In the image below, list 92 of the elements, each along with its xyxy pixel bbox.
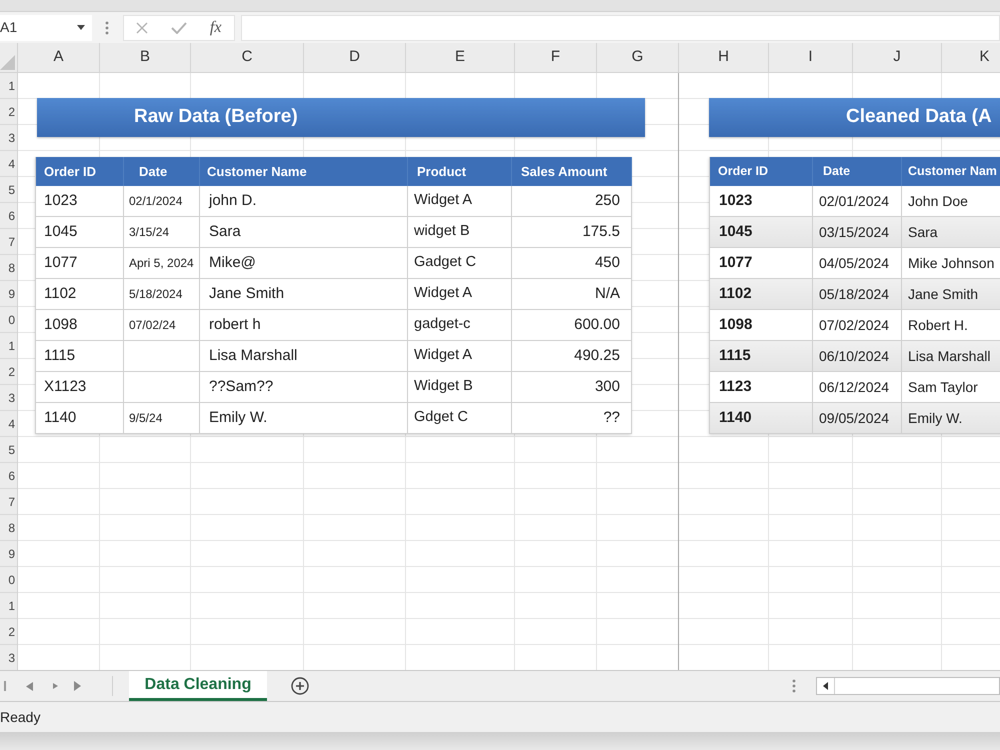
- table-cell: gadget-c: [408, 310, 512, 341]
- table-cell: Gadget C: [408, 248, 512, 279]
- table-cell: Lisa Marshall: [200, 341, 408, 372]
- table-cell: Jane Smith: [200, 279, 408, 310]
- table-cell: 9/5/24: [124, 403, 200, 434]
- column-header[interactable]: F: [515, 43, 597, 72]
- table-cell: ??: [512, 403, 632, 434]
- horizontal-scrollbar[interactable]: [816, 677, 1000, 695]
- column-heading: Customer Name: [200, 157, 408, 186]
- column-header[interactable]: J: [853, 43, 942, 72]
- vertical-dots-icon[interactable]: [792, 679, 796, 693]
- table-cell: Emily W.: [902, 403, 1000, 434]
- row-header[interactable]: 7: [0, 489, 17, 515]
- table-cell: 02/1/2024: [124, 186, 200, 217]
- row-header[interactable]: 8: [0, 515, 17, 541]
- table-cell: N/A: [512, 279, 632, 310]
- table-cell: john D.: [200, 186, 408, 217]
- title-banner: Cleaned Data (A: [709, 98, 1000, 137]
- table-cell: 450: [512, 248, 632, 279]
- status-text: Ready: [0, 708, 40, 727]
- table-cell: ??Sam??: [200, 372, 408, 403]
- row-header[interactable]: 9: [0, 281, 17, 307]
- column-header[interactable]: G: [597, 43, 679, 72]
- table-cell: 3/15/24: [124, 217, 200, 248]
- column-heading: Product: [408, 157, 512, 186]
- table-cell: widget B: [408, 217, 512, 248]
- table-cell: 1140: [36, 403, 124, 434]
- row-header[interactable]: 3: [0, 125, 17, 151]
- row-header[interactable]: 4: [0, 151, 17, 177]
- table-cell: 250: [512, 186, 632, 217]
- row-header[interactable]: 2: [0, 99, 17, 125]
- row-header[interactable]: 1: [0, 333, 17, 359]
- formula-input[interactable]: [241, 14, 1000, 40]
- table-cell: 300: [512, 372, 632, 403]
- table-cell: 1045: [36, 217, 124, 248]
- table-cell: 175.5: [512, 217, 632, 248]
- table-cell: 1023: [36, 186, 124, 217]
- row-header[interactable]: 6: [0, 463, 17, 489]
- row-header[interactable]: 9: [0, 541, 17, 567]
- table-cell: Emily W.: [200, 403, 408, 434]
- table-cell: 1102: [36, 279, 124, 310]
- table-cell: 1098: [36, 310, 124, 341]
- column-header[interactable]: A: [18, 43, 100, 72]
- row-header[interactable]: 1: [0, 73, 17, 99]
- close-icon: [136, 22, 148, 34]
- title-banner: Raw Data (Before): [37, 98, 645, 137]
- table-cell: 490.25: [512, 341, 632, 372]
- column-header[interactable]: C: [191, 43, 304, 72]
- plus-circle-icon[interactable]: [291, 677, 309, 695]
- row-header[interactable]: 2: [0, 619, 17, 645]
- table-cell: 1077: [36, 248, 124, 279]
- table-cell: 5/18/2024: [124, 279, 200, 310]
- row-header[interactable]: 4: [0, 411, 17, 437]
- table-cell: Apri 5, 2024: [124, 248, 200, 279]
- column-heading: Date: [124, 157, 200, 186]
- row-header[interactable]: 8: [0, 255, 17, 281]
- vertical-dots-icon[interactable]: [105, 20, 109, 34]
- column-heading: Order ID: [36, 157, 124, 186]
- caret-down-icon[interactable]: [77, 25, 85, 30]
- triangle-right-icon[interactable]: [74, 681, 81, 691]
- name-box[interactable]: A1: [0, 14, 92, 40]
- row-header[interactable]: 2: [0, 359, 17, 385]
- column-header[interactable]: H: [679, 43, 769, 72]
- sheet-tab[interactable]: Data Cleaning: [129, 671, 267, 701]
- row-header[interactable]: 7: [0, 229, 17, 255]
- table-cell: Widget A: [408, 341, 512, 372]
- column-header[interactable]: E: [406, 43, 515, 72]
- table-cell: Widget A: [408, 279, 512, 310]
- row-header[interactable]: 0: [0, 307, 17, 333]
- row-header[interactable]: 0: [0, 567, 17, 593]
- table-cell: robert h: [200, 310, 408, 341]
- column-header[interactable]: B: [100, 43, 191, 72]
- table-cell: Gdget C: [408, 403, 512, 434]
- table-cell: 1140: [710, 403, 813, 434]
- column-header[interactable]: K: [942, 43, 1000, 72]
- table-cell: Sara: [200, 217, 408, 248]
- row-header[interactable]: 1: [0, 593, 17, 619]
- column-header[interactable]: I: [769, 43, 853, 72]
- check-icon: [171, 22, 187, 34]
- triangle-left-icon[interactable]: [823, 682, 828, 690]
- row-header[interactable]: 3: [0, 385, 17, 411]
- table-cell: Widget B: [408, 372, 512, 403]
- table-cell: 09/05/2024: [813, 403, 902, 434]
- column-header[interactable]: D: [304, 43, 406, 72]
- table-cell: 600.00: [512, 310, 632, 341]
- table-cell: Widget A: [408, 186, 512, 217]
- row-header[interactable]: 6: [0, 203, 17, 229]
- row-header[interactable]: 5: [0, 437, 17, 463]
- column-heading: Sales Amount: [512, 157, 632, 186]
- triangle-right-icon[interactable]: [53, 683, 58, 689]
- table-cell: Mike@: [200, 248, 408, 279]
- row-header[interactable]: 5: [0, 177, 17, 203]
